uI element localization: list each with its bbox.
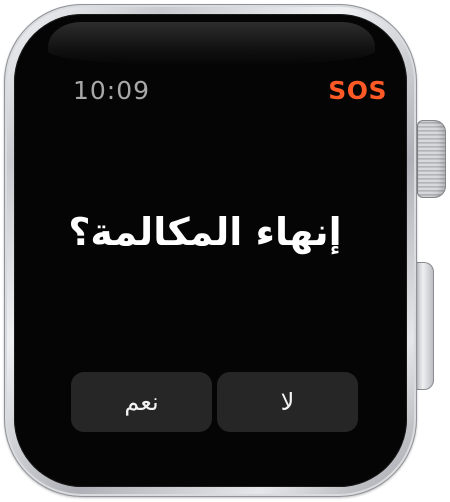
- clock-time: 10:09: [73, 76, 151, 105]
- yes-button[interactable]: نعم: [71, 372, 212, 432]
- no-button[interactable]: لا: [217, 372, 358, 432]
- yes-button-label: نعم: [124, 388, 159, 416]
- digital-crown[interactable]: [417, 120, 446, 198]
- no-button-label: لا: [280, 388, 295, 416]
- screen-glare: [48, 22, 375, 66]
- end-call-prompt: إنهاء المكالمة؟: [68, 210, 342, 254]
- sos-indicator: SOS: [328, 76, 387, 105]
- side-button[interactable]: [414, 262, 434, 390]
